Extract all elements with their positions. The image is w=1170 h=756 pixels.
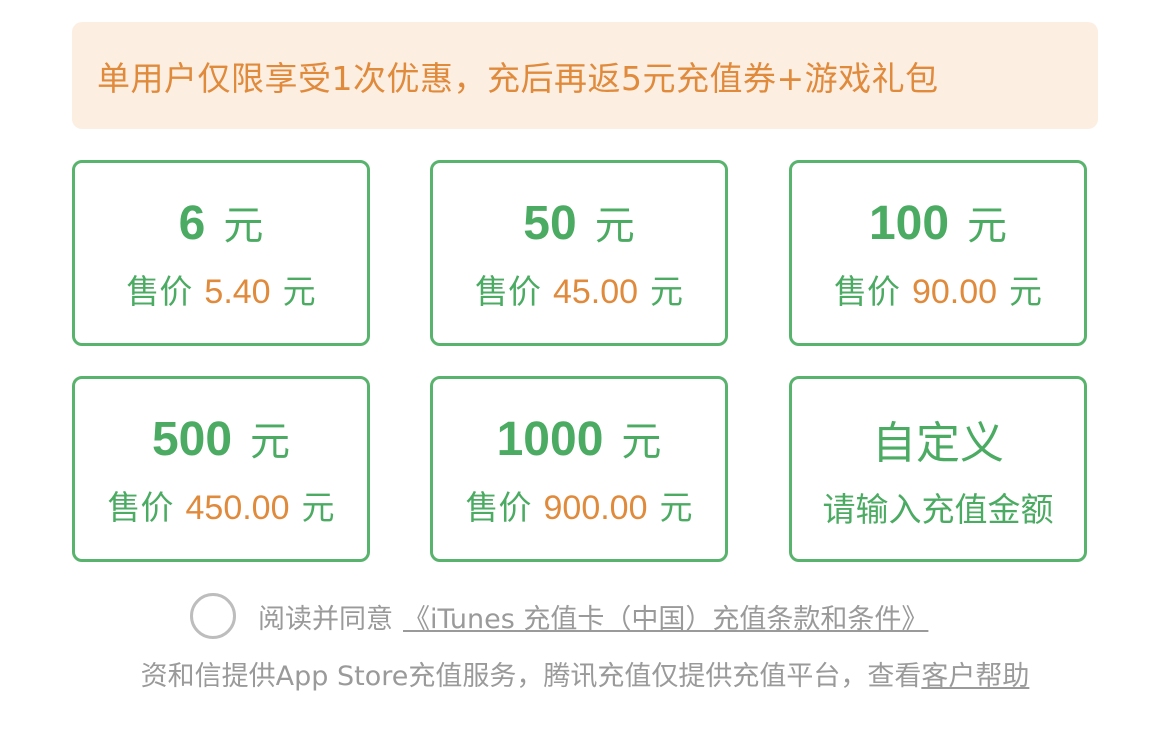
terms-link[interactable]: 《iTunes 充值卡（中国）充值条款和条件》: [403, 597, 928, 636]
promo-banner: 单用户仅限享受1次优惠，充后再返5元充值券+游戏礼包: [72, 22, 1098, 129]
amount-grid: 6 元 售价 5.40 元 50 元 售价 45.00 元 100 元 售价 9…: [72, 160, 1087, 562]
amount-option-100[interactable]: 100 元 售价 90.00 元: [789, 160, 1087, 346]
footer-text: 资和信提供App Store充值服务，腾讯充值仅提供充值平台，查看: [140, 661, 922, 692]
custom-title: 自定义: [872, 418, 1004, 469]
amount-option-custom[interactable]: 自定义 请输入充值金额: [789, 376, 1087, 562]
agreement-row: 阅读并同意 《iTunes 充值卡（中国）充值条款和条件》: [190, 592, 928, 640]
sale-price: 售价 900.00 元: [465, 488, 693, 527]
face-value: 100 元: [868, 197, 1008, 250]
amount-option-50[interactable]: 50 元 售价 45.00 元: [430, 160, 728, 346]
agreement-prefix: 阅读并同意: [258, 603, 393, 635]
face-value: 50 元: [523, 197, 635, 250]
sale-price: 售价 5.40 元: [126, 272, 316, 311]
agree-radio[interactable]: [190, 593, 236, 639]
amount-option-500[interactable]: 500 元 售价 450.00 元: [72, 376, 370, 562]
recharge-page: 单用户仅限享受1次优惠，充后再返5元充值券+游戏礼包 6 元 售价 5.40 元…: [0, 0, 1170, 756]
face-value: 6 元: [178, 197, 264, 250]
custom-subtitle: 请输入充值金额: [822, 490, 1054, 529]
footer-note: 资和信提供App Store充值服务，腾讯充值仅提供充值平台，查看客户帮助: [0, 654, 1170, 693]
face-value: 500 元: [151, 413, 291, 466]
face-value: 1000 元: [496, 413, 662, 466]
sale-price: 售价 90.00 元: [833, 272, 1043, 311]
amount-option-1000[interactable]: 1000 元 售价 900.00 元: [430, 376, 728, 562]
sale-price: 售价 450.00 元: [107, 488, 335, 527]
promo-text: 单用户仅限享受1次优惠，充后再返5元充值券+游戏礼包: [97, 58, 939, 98]
customer-help-link[interactable]: 客户帮助: [921, 661, 1029, 692]
sale-price: 售价 45.00 元: [474, 272, 684, 311]
amount-option-6[interactable]: 6 元 售价 5.40 元: [72, 160, 370, 346]
